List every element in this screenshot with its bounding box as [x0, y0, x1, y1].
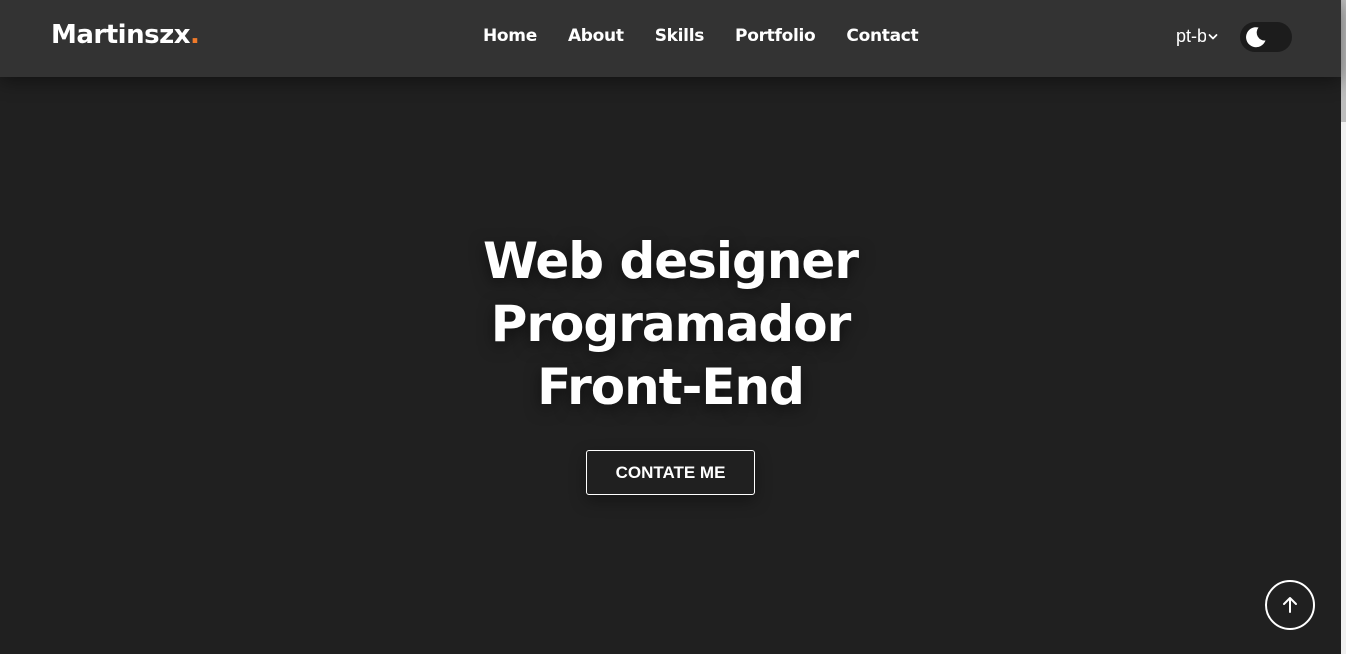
logo-dot: . — [189, 20, 200, 50]
logo-text: Martinszx — [51, 20, 190, 50]
nav-contact[interactable]: Contact — [846, 26, 918, 46]
moon-icon — [1246, 27, 1266, 48]
nav-portfolio[interactable]: Portfolio — [735, 26, 816, 46]
chevron-down-icon — [1208, 33, 1218, 39]
nav-home[interactable]: Home — [483, 26, 537, 46]
hero: Web designer Programador Front-End — [0, 230, 1341, 419]
scroll-to-top-button[interactable] — [1265, 580, 1315, 630]
hero-line-1: Web designer — [482, 232, 859, 290]
nav-about[interactable]: About — [568, 26, 624, 46]
language-select[interactable]: pt-br — [1176, 26, 1220, 47]
page: Martinszx. Home About Skills Portfolio C… — [0, 0, 1341, 654]
theme-toggle[interactable] — [1240, 22, 1292, 52]
scrollbar-thumb[interactable] — [1341, 0, 1346, 122]
site-header: Martinszx. Home About Skills Portfolio C… — [0, 0, 1341, 77]
language-value: pt-br — [1176, 26, 1206, 46]
arrow-up-icon — [1283, 597, 1297, 613]
main-nav: Home About Skills Portfolio Contact — [483, 26, 919, 46]
contact-me-button[interactable]: CONTATE ME — [586, 450, 755, 495]
nav-skills[interactable]: Skills — [655, 26, 705, 46]
hero-line-2: Programador — [490, 295, 851, 353]
hero-line-3: Front-End — [537, 358, 805, 416]
scrollbar[interactable] — [1341, 0, 1346, 654]
logo[interactable]: Martinszx. — [51, 20, 200, 50]
